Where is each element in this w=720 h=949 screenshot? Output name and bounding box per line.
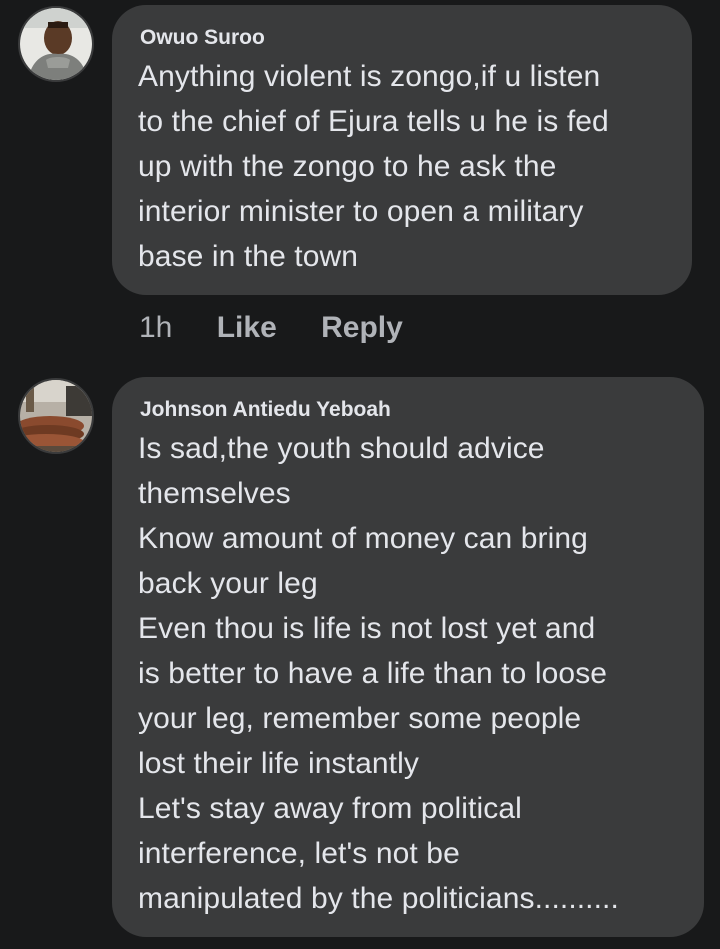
like-button[interactable]: Like — [217, 311, 277, 344]
comment-text-line: base in the town — [138, 240, 359, 273]
avatar-photo-icon — [20, 8, 92, 80]
comment-text-line: Is sad,the youth should advice — [138, 432, 545, 465]
comment-text-line: Even thou is life is not lost yet and — [138, 612, 596, 645]
comment-owuo-suroo: Owuo Suroo Anything violent is zongo,if … — [0, 0, 720, 360]
comment-author[interactable]: Johnson Antiedu Yeboah — [140, 398, 391, 422]
comment-text-line: interference, let's not be — [138, 837, 460, 870]
comment-bubble: Johnson Antiedu Yeboah Is sad,the youth … — [112, 377, 704, 937]
comment-text-line: manipulated by the politicians.......... — [138, 882, 619, 915]
comment-actions: 1h Like Reply — [139, 311, 403, 345]
comment-text-line: your leg, remember some people — [138, 702, 582, 735]
comment-text-line: Let's stay away from political — [138, 792, 522, 825]
avatar[interactable] — [18, 378, 94, 454]
comment-text-line: up with the zongo to he ask the — [138, 150, 557, 183]
comment-bubble: Owuo Suroo Anything violent is zongo,if … — [112, 5, 692, 295]
comment-text-line: back your leg — [138, 567, 318, 600]
comment-timestamp: 1h — [139, 311, 173, 344]
comment-text-line: Know amount of money can bring — [138, 522, 588, 555]
comment-text-line: is better to have a life than to loose — [138, 657, 608, 690]
avatar[interactable] — [18, 6, 94, 82]
comment-text-line: to the chief of Ejura tells u he is fed — [138, 105, 609, 138]
comment-text-line: Anything violent is zongo,if u listen — [138, 60, 601, 93]
comment-text-line: lost their life instantly — [138, 747, 419, 780]
comment-johnson-antiedu-yeboah: Johnson Antiedu Yeboah Is sad,the youth … — [0, 370, 720, 949]
comment-author[interactable]: Owuo Suroo — [140, 26, 265, 50]
reply-button[interactable]: Reply — [321, 311, 403, 344]
comment-text-line: interior minister to open a military — [138, 195, 584, 228]
avatar-photo-icon — [20, 380, 92, 452]
comment-text-line: themselves — [138, 477, 291, 510]
